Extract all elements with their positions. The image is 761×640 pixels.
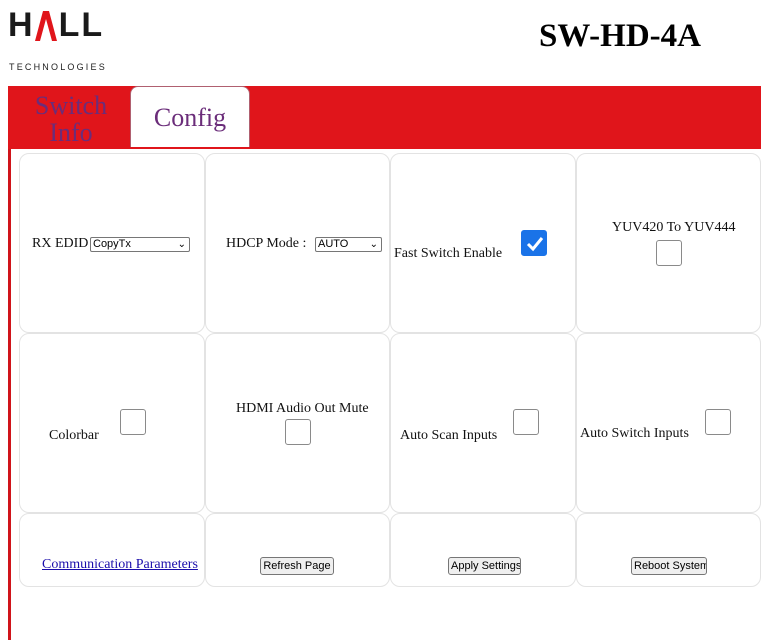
cell-apply: Apply Settings: [390, 513, 576, 587]
logo-letters: H L L: [8, 8, 102, 42]
checkmark-icon: [526, 237, 544, 252]
cell-colorbar: Colorbar: [19, 333, 205, 513]
tab-switch-info-line1: Switch: [34, 91, 108, 120]
auto-scan-label: Auto Scan Inputs: [400, 428, 498, 443]
rx-edid-value: CopyTx: [93, 238, 131, 250]
refresh-page-button[interactable]: Refresh Page: [260, 557, 334, 575]
cell-rx-edid: RX EDID CopyTx ⌄: [19, 153, 205, 333]
logo-letter-a: [34, 8, 57, 42]
colorbar-checkbox[interactable]: [120, 409, 146, 435]
cell-refresh: Refresh Page: [205, 513, 390, 587]
yuv420-checkbox[interactable]: [656, 240, 682, 266]
hdcp-mode-select[interactable]: AUTO ⌄: [315, 237, 382, 252]
chevron-down-icon: ⌄: [177, 239, 186, 250]
tab-config[interactable]: Config: [130, 86, 250, 147]
cell-yuv420: YUV420 To YUV444: [576, 153, 761, 333]
rx-edid-label: RX EDID: [32, 236, 89, 251]
cell-hdmi-audio-mute: HDMI Audio Out Mute: [205, 333, 390, 513]
tab-bar: Switch Info Config: [8, 86, 761, 149]
tab-config-label: Config: [153, 102, 227, 132]
cell-fast-switch: Fast Switch Enable: [390, 153, 576, 333]
auto-switch-checkbox[interactable]: [705, 409, 731, 435]
rx-edid-select[interactable]: CopyTx ⌄: [90, 237, 190, 252]
cell-comm-params: Communication Parameters: [19, 513, 205, 587]
hdcp-mode-value: AUTO: [318, 238, 349, 250]
cell-reboot: Reboot System: [576, 513, 761, 587]
yuv420-label: YUV420 To YUV444: [612, 220, 736, 235]
fast-switch-label: Fast Switch Enable: [394, 246, 503, 261]
hdmi-audio-mute-checkbox[interactable]: [285, 419, 311, 445]
logo-letter-l1: L: [58, 6, 80, 44]
model-title: SW-HD-4A: [539, 18, 701, 54]
colorbar-label: Colorbar: [49, 428, 99, 443]
tab-switch-info[interactable]: Switch Info: [22, 92, 120, 146]
auto-scan-checkbox[interactable]: [513, 409, 539, 435]
cell-auto-scan: Auto Scan Inputs: [390, 333, 576, 513]
fast-switch-checkbox[interactable]: [521, 230, 547, 256]
config-panel: RX EDID CopyTx ⌄ HDCP Mode : AUTO ⌄ Fast…: [8, 149, 761, 640]
cell-auto-switch: Auto Switch Inputs: [576, 333, 761, 513]
hdcp-mode-label: HDCP Mode :: [226, 236, 307, 251]
cell-hdcp-mode: HDCP Mode : AUTO ⌄: [205, 153, 390, 333]
chevron-down-icon: ⌄: [369, 239, 378, 250]
logo-letter-h: H: [8, 6, 33, 44]
communication-parameters-link[interactable]: Communication Parameters: [42, 557, 198, 573]
auto-switch-label: Auto Switch Inputs: [580, 426, 689, 441]
hdmi-audio-mute-label: HDMI Audio Out Mute: [236, 401, 369, 416]
apply-settings-button[interactable]: Apply Settings: [448, 557, 521, 575]
tab-switch-info-line2: Info: [49, 118, 93, 147]
hall-logo: H L L TECHNOLOGIES: [8, 8, 138, 78]
reboot-system-button[interactable]: Reboot System: [631, 557, 707, 575]
logo-letter-l2: L: [81, 6, 103, 44]
logo-subtitle: TECHNOLOGIES: [9, 62, 107, 72]
